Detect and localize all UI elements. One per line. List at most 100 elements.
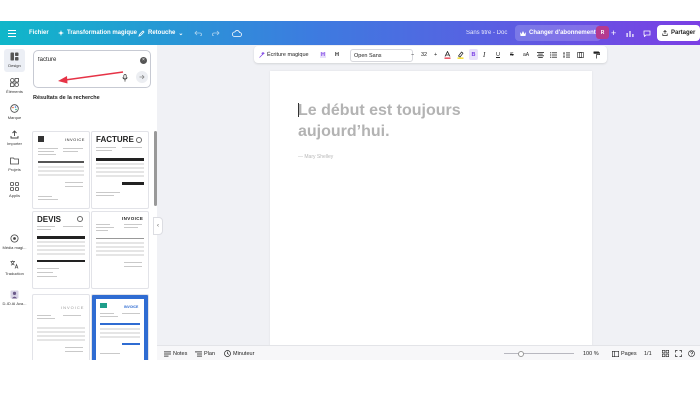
list-button[interactable] (550, 46, 557, 63)
notes-button[interactable]: Notes (164, 346, 187, 360)
font-size-input[interactable]: 32 (417, 46, 431, 63)
template-thumbnail[interactable]: INVOICE (91, 211, 149, 289)
template-thumbnail[interactable]: INVOICE (91, 294, 149, 360)
italic-icon: I (483, 50, 486, 59)
decrease-font-button[interactable]: − (411, 46, 414, 63)
timer-icon (224, 350, 231, 357)
sidebar-item-apps[interactable]: Applis (0, 177, 29, 203)
text-color-button[interactable] (444, 46, 451, 63)
share-label: Partager (671, 30, 696, 36)
spacing-button[interactable] (563, 46, 570, 63)
translate-icon (10, 260, 19, 269)
sidebar-item-translate[interactable]: Traduction (0, 255, 29, 281)
template-title: DEVIS (37, 215, 62, 224)
highlight-button[interactable] (457, 46, 464, 63)
expand-icon (675, 350, 682, 357)
sidebar-item-projects[interactable]: Projets (0, 151, 29, 177)
align-button[interactable] (537, 46, 544, 63)
help-button[interactable] (688, 346, 695, 360)
uppercase-button[interactable]: aA (523, 46, 529, 63)
avatar[interactable]: R (596, 26, 609, 39)
grid-view-icon (662, 350, 669, 357)
file-menu-label: Fichier (29, 30, 49, 36)
timer-button[interactable]: Minuteur (224, 346, 254, 360)
upgrade-button[interactable]: Changer d'abonnement (515, 25, 601, 41)
magic-switch-menu[interactable]: Transformation magique (58, 21, 137, 45)
zoom-slider-handle[interactable] (517, 350, 524, 357)
chevron-down-icon: ⌄ (178, 30, 184, 37)
sidebar-item-magic-media[interactable]: Média magi... (0, 229, 29, 255)
share-button[interactable]: Partager (657, 25, 700, 41)
document-page[interactable]: Le début est toujours aujourd’hui. — Mar… (270, 71, 592, 348)
template-title: INVOICE (65, 137, 85, 142)
sidebar-item-label: Traduction (5, 271, 24, 276)
align-center-icon (537, 51, 544, 58)
page-counter[interactable]: 1/1 (644, 346, 652, 360)
annotation-arrow-icon (58, 71, 124, 84)
quote-text[interactable]: Le début est toujours aujourd’hui. (298, 100, 538, 142)
effects-button[interactable] (577, 46, 584, 63)
zoom-level[interactable]: 100 % (583, 346, 599, 360)
sidebar-item-elements[interactable]: Éléments (0, 73, 29, 99)
template-thumbnail[interactable]: INVOICE (32, 294, 90, 360)
sidebar-item-d-id[interactable]: D-ID AI Ava... (0, 285, 29, 311)
results-heading: Résultats de la recherche (33, 95, 100, 101)
quote-author[interactable]: — Mary Shelley (298, 154, 333, 160)
heading-style-button[interactable]: H (320, 46, 326, 63)
strikethrough-button[interactable]: S (510, 46, 514, 63)
app-window: Fichier Transformation magique Retouche … (0, 21, 700, 360)
comment-icon (643, 30, 651, 37)
sparkle-icon (58, 30, 64, 36)
close-icon[interactable]: × (140, 57, 147, 64)
sidebar-item-design[interactable]: Design (0, 47, 29, 73)
subheading-style-button[interactable]: H (335, 46, 339, 63)
zoom-level-value: 100 % (583, 350, 599, 357)
italic-button[interactable]: I (483, 46, 485, 63)
layout-icon (10, 52, 19, 61)
magic-write-button[interactable]: Écriture magique (259, 46, 309, 63)
plan-button[interactable]: Plan (195, 346, 215, 360)
save-status-button[interactable] (232, 21, 242, 45)
menu-icon[interactable] (8, 21, 16, 45)
copy-style-button[interactable] (593, 46, 600, 63)
upload-icon (10, 130, 19, 139)
minus-icon: − (411, 51, 415, 58)
sidebar-item-upload[interactable]: Importer (0, 125, 29, 151)
template-title: FACTURE (96, 135, 134, 144)
text-color-icon (444, 50, 451, 59)
template-thumbnail[interactable]: DEVIS (32, 211, 90, 289)
file-menu[interactable]: Fichier (29, 21, 49, 45)
redo-button[interactable] (212, 21, 220, 45)
scrollbar-thumb[interactable] (154, 131, 157, 206)
fullscreen-button[interactable] (675, 346, 682, 360)
invite-button[interactable]: + (611, 21, 616, 45)
heading-1-icon: H (320, 51, 326, 58)
document-title[interactable]: Sans titre - Doc (466, 21, 507, 45)
increase-font-button[interactable]: + (434, 46, 437, 63)
plan-label: Plan (204, 350, 216, 357)
brand-icon (10, 104, 19, 113)
search-input[interactable] (38, 55, 128, 65)
zoom-slider[interactable] (504, 353, 574, 354)
bold-button[interactable]: B (469, 49, 478, 60)
plus-icon: + (434, 51, 438, 58)
shapes-icon (10, 78, 19, 87)
insights-button[interactable] (626, 21, 634, 45)
grid-view-button[interactable] (662, 346, 669, 360)
collapse-panel-button[interactable]: ‹ (153, 217, 163, 235)
document-title-label: Sans titre - Doc (466, 30, 508, 36)
template-title: INVOICE (122, 216, 144, 221)
sidebar-item-brand[interactable]: Marque (0, 99, 29, 125)
pages-button[interactable]: Pages (612, 346, 637, 360)
search-submit-button[interactable] (136, 71, 148, 83)
edit-menu[interactable]: Retouche ⌄ (138, 21, 183, 45)
template-thumbnail[interactable]: FACTURE (91, 131, 149, 209)
strikethrough-icon: S (510, 51, 514, 58)
font-family-select[interactable]: Open Sans (350, 49, 413, 62)
timer-label: Minuteur (233, 350, 255, 357)
undo-button[interactable] (194, 21, 202, 45)
top-bar: Fichier Transformation magique Retouche … (0, 21, 700, 45)
underline-button[interactable]: U (496, 46, 500, 63)
template-thumbnail[interactable]: INVOICE (32, 131, 90, 209)
comment-button[interactable] (643, 21, 651, 45)
